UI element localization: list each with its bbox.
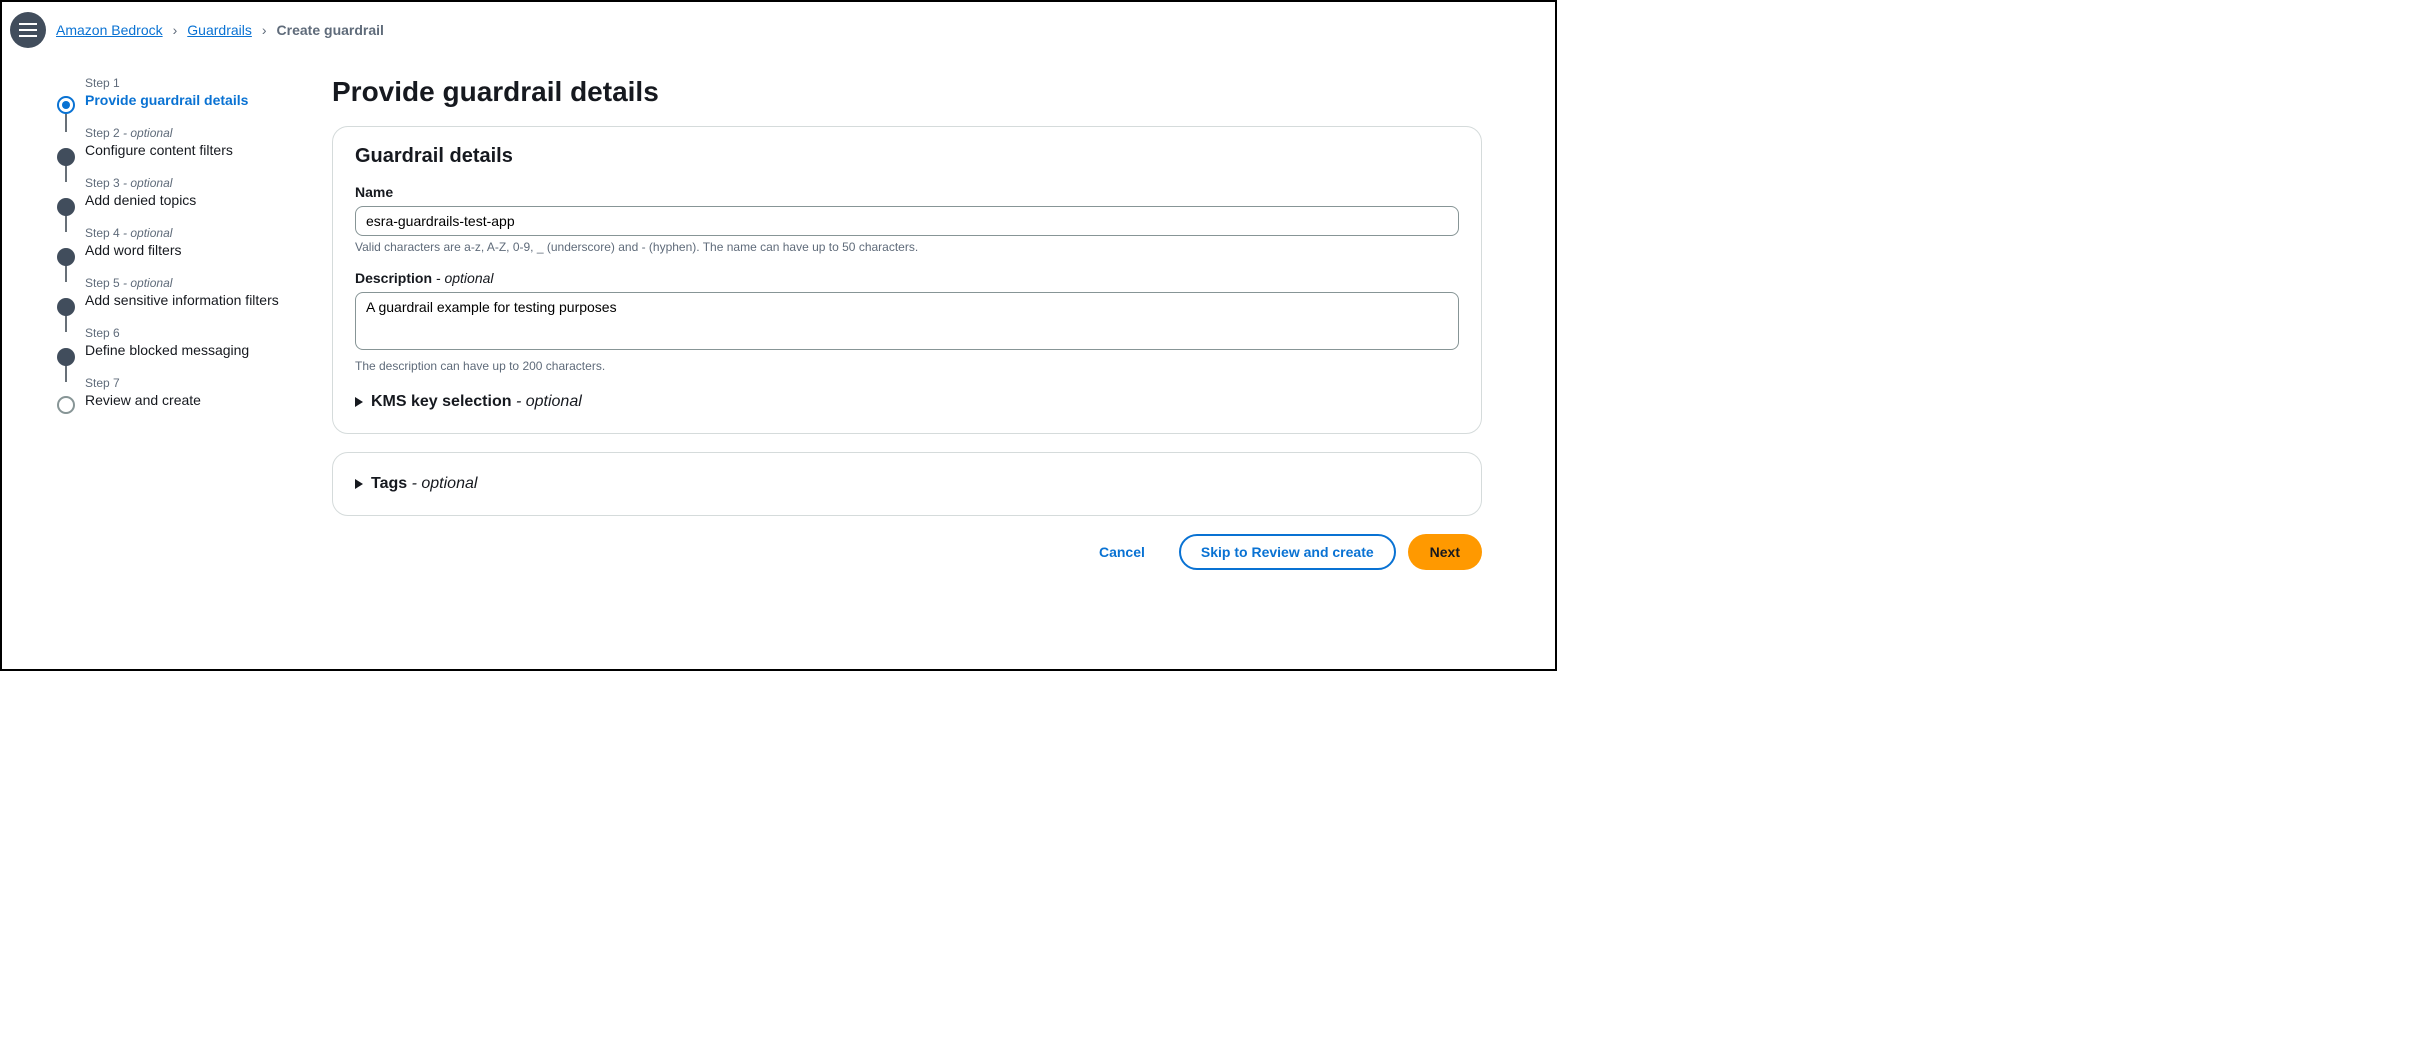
wizard-step-6[interactable]: Step 6 Define blocked messaging [57, 326, 302, 376]
step-marker-icon [57, 348, 75, 366]
wizard-step-5[interactable]: Step 5 - optional Add sensitive informat… [57, 276, 302, 326]
description-field: Description - optional The description c… [355, 270, 1459, 373]
wizard-step-3[interactable]: Step 3 - optional Add denied topics [57, 176, 302, 226]
step-number: Step 2 [85, 126, 120, 140]
triangle-right-icon [355, 479, 363, 489]
name-input[interactable] [355, 206, 1459, 236]
step-marker-icon [57, 248, 75, 266]
step-label: Define blocked messaging [85, 342, 302, 358]
step-label: Add sensitive information filters [85, 292, 302, 308]
wizard-step-4[interactable]: Step 4 - optional Add word filters [57, 226, 302, 276]
description-hint: The description can have up to 200 chara… [355, 359, 1459, 373]
step-label: Add denied topics [85, 192, 302, 208]
name-field: Name Valid characters are a-z, A-Z, 0-9,… [355, 184, 1459, 254]
name-label: Name [355, 184, 1459, 200]
top-bar: Amazon Bedrock › Guardrails › Create gua… [2, 2, 1555, 56]
step-number: Step 3 [85, 176, 120, 190]
step-label: Provide guardrail details [85, 92, 302, 108]
panel-title: Guardrail details [355, 145, 1459, 168]
breadcrumb: Amazon Bedrock › Guardrails › Create gua… [56, 22, 384, 38]
skip-to-review-button[interactable]: Skip to Review and create [1179, 534, 1396, 570]
step-number: Step 6 [85, 326, 120, 340]
tags-expander[interactable]: Tags - optional [355, 471, 1459, 497]
main-content: Provide guardrail details Guardrail deta… [332, 56, 1482, 570]
wizard-step-2[interactable]: Step 2 - optional Configure content filt… [57, 126, 302, 176]
kms-key-expander[interactable]: KMS key selection - optional [355, 389, 1459, 415]
step-marker-icon [57, 96, 75, 114]
step-label: Add word filters [85, 242, 302, 258]
hamburger-icon [19, 23, 37, 37]
step-marker-icon [57, 298, 75, 316]
nav-menu-button[interactable] [10, 12, 46, 48]
wizard-step-1[interactable]: Step 1 Provide guardrail details [57, 76, 302, 126]
breadcrumb-link-guardrails[interactable]: Guardrails [187, 22, 252, 38]
description-label: Description - optional [355, 270, 1459, 286]
wizard-actions: Cancel Skip to Review and create Next [332, 534, 1482, 570]
optional-suffix: - optional [120, 226, 173, 240]
step-marker-icon [57, 396, 75, 414]
guardrail-details-panel: Guardrail details Name Valid characters … [332, 126, 1482, 434]
step-number: Step 5 [85, 276, 120, 290]
breadcrumb-link-bedrock[interactable]: Amazon Bedrock [56, 22, 163, 38]
step-label: Configure content filters [85, 142, 302, 158]
chevron-right-icon: › [262, 22, 267, 38]
optional-suffix: - optional [120, 276, 173, 290]
next-button[interactable]: Next [1408, 534, 1482, 570]
optional-suffix: - optional [120, 176, 173, 190]
step-number: Step 7 [85, 376, 120, 390]
breadcrumb-current: Create guardrail [277, 22, 384, 38]
wizard-steps: Step 1 Provide guardrail details Step 2 … [22, 56, 302, 570]
step-marker-icon [57, 198, 75, 216]
step-marker-icon [57, 148, 75, 166]
step-number: Step 1 [85, 76, 120, 90]
step-label: Review and create [85, 392, 302, 408]
wizard-step-7[interactable]: Step 7 Review and create [57, 376, 302, 426]
name-hint: Valid characters are a-z, A-Z, 0-9, _ (u… [355, 240, 1459, 254]
tags-panel: Tags - optional [332, 452, 1482, 516]
triangle-right-icon [355, 397, 363, 407]
step-number: Step 4 [85, 226, 120, 240]
cancel-button[interactable]: Cancel [1077, 534, 1167, 570]
chevron-right-icon: › [173, 22, 178, 38]
description-input[interactable] [355, 292, 1459, 350]
optional-suffix: - optional [120, 126, 173, 140]
page-title: Provide guardrail details [332, 76, 1482, 108]
